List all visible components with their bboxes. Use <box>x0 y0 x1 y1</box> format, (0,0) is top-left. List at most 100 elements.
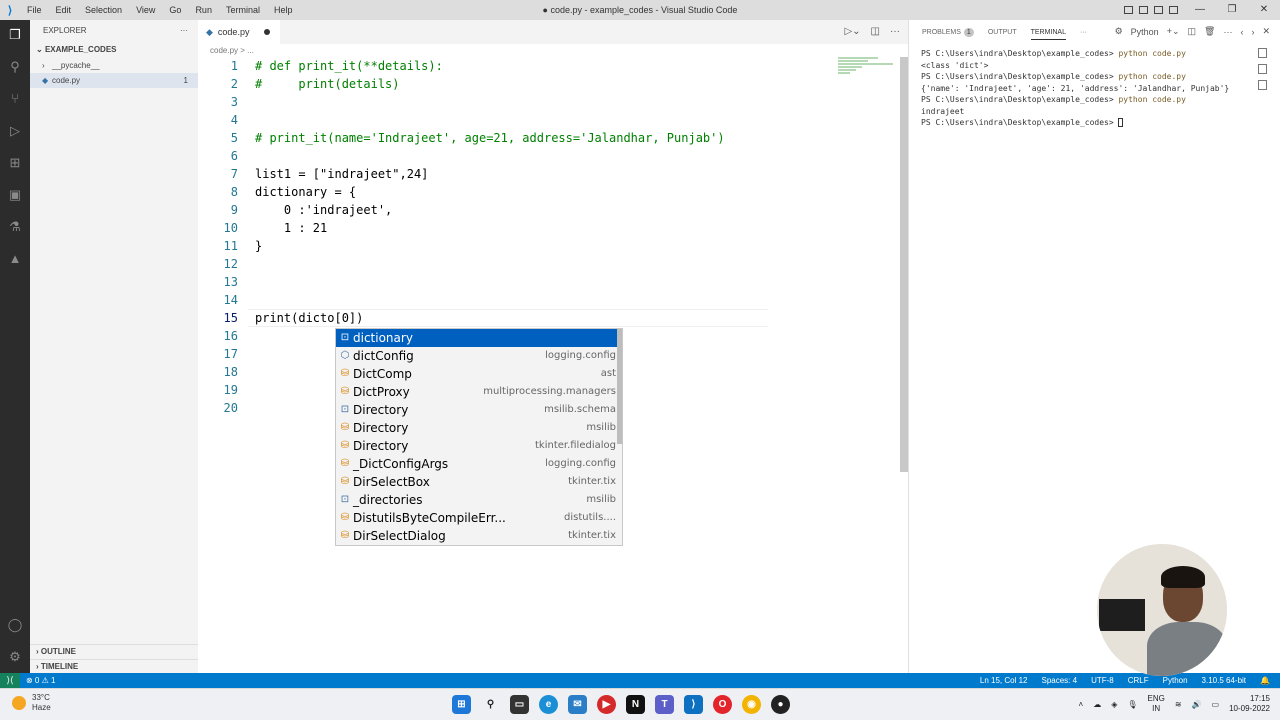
line-text[interactable]: 1 : 21 <box>255 219 327 237</box>
tab-output[interactable]: OUTPUT <box>988 29 1017 36</box>
tab-terminal[interactable]: TERMINAL <box>1030 25 1066 40</box>
teams-icon[interactable]: T <box>655 695 674 714</box>
code-line[interactable]: 9 0 :'indrajeet', <box>198 201 838 219</box>
close-button[interactable]: ✕ <box>1248 0 1280 20</box>
obs-icon[interactable]: ● <box>771 695 790 714</box>
menu-run[interactable]: Run <box>188 0 219 20</box>
line-text[interactable]: list1 = ["indrajeet",24] <box>255 165 428 183</box>
code-line[interactable]: 1 # def print_it(**details): <box>198 57 838 75</box>
close-icon[interactable]: ✕ <box>1262 26 1270 37</box>
line-text[interactable]: print(dicto[0]) <box>255 309 363 327</box>
edge-icon[interactable]: e <box>539 695 558 714</box>
wifi-icon[interactable]: ≋ <box>1175 700 1182 709</box>
code-line[interactable]: 3 <box>198 93 838 111</box>
editor-scrollbar[interactable] <box>900 57 908 472</box>
youtube-icon[interactable]: ▶ <box>597 695 616 714</box>
remote-indicator-icon[interactable]: ⟩⟨ <box>0 673 20 688</box>
menu-go[interactable]: Go <box>162 0 188 20</box>
python-interpreter[interactable]: 3.10.5 64-bit <box>1202 676 1246 685</box>
encoding[interactable]: UTF-8 <box>1091 676 1114 685</box>
explorer-icon[interactable]: ❐ <box>6 26 24 44</box>
windows-start-icon[interactable]: ⊞ <box>452 695 471 714</box>
split-terminal-icon[interactable]: ◫ <box>1188 26 1197 37</box>
chevron-up-icon[interactable]: ˄ <box>1079 700 1084 709</box>
tree-item-pycache[interactable]: › __pycache__ <box>30 58 198 73</box>
suggestion-item[interactable]: ⛁ DictComp ast <box>336 365 622 383</box>
suggestion-item[interactable]: ⛁ DirSelectBox tkinter.tix <box>336 473 622 491</box>
menu-edit[interactable]: Edit <box>49 0 79 20</box>
menu-help[interactable]: Help <box>267 0 300 20</box>
breadcrumb[interactable]: code.py > ... <box>198 44 908 57</box>
code-line[interactable]: 13 <box>198 273 838 291</box>
code-line[interactable]: 8 dictionary = { <box>198 183 838 201</box>
indentation[interactable]: Spaces: 4 <box>1042 676 1078 685</box>
new-terminal-icon[interactable]: +⌄ <box>1167 26 1180 37</box>
code-line[interactable]: 15 print(dicto[0]) <box>198 309 838 327</box>
suggest-scrollbar[interactable] <box>617 329 622 444</box>
toggle-secondary-sidebar-icon[interactable] <box>1154 6 1163 14</box>
end-of-line[interactable]: CRLF <box>1128 676 1149 685</box>
code-line[interactable]: 14 <box>198 291 838 309</box>
volume-icon[interactable]: 🔊 <box>1192 700 1202 709</box>
task-view-icon[interactable]: ▭ <box>510 695 529 714</box>
split-editor-icon[interactable]: ◫ <box>871 26 880 37</box>
suggestion-item[interactable]: ⛁ Directory tkinter.filedialog <box>336 437 622 455</box>
terminal-shell-label[interactable]: Python <box>1131 27 1159 37</box>
trash-icon[interactable]: 🗑 <box>1204 26 1215 37</box>
suggestion-item[interactable]: ⛁ DistutilsByteCompileErr... distutils.... <box>336 509 622 527</box>
minimap[interactable] <box>838 57 898 97</box>
chevron-left-icon[interactable]: ‹ <box>1240 27 1243 37</box>
azure-icon[interactable]: ▲ <box>6 250 24 268</box>
line-text[interactable]: # print(details) <box>255 75 400 93</box>
chevron-right-icon[interactable]: › <box>1251 27 1254 37</box>
code-line[interactable]: 4 <box>198 111 838 129</box>
source-control-icon[interactable]: ⑂ <box>6 90 24 108</box>
tab-problems[interactable]: PROBLEMS 1 <box>922 27 974 37</box>
suggestion-item[interactable]: ⛁ DictProxy multiprocessing.managers <box>336 383 622 401</box>
code-line[interactable]: 11} <box>198 237 838 255</box>
more-actions-icon[interactable]: ··· <box>1080 29 1087 36</box>
network-icon[interactable]: ◈ <box>1111 700 1117 709</box>
suggestion-item[interactable]: ⬡ dictConfig logging.config <box>336 347 622 365</box>
terminal-instance-icon[interactable] <box>1258 48 1267 58</box>
battery-icon[interactable]: ▭ <box>1212 700 1220 709</box>
code-line[interactable]: 6 <box>198 147 838 165</box>
terminal-output[interactable]: PS C:\Users\indra\Desktop\example_codes>… <box>921 48 1229 129</box>
search-icon[interactable]: ⚲ <box>6 58 24 76</box>
code-line[interactable]: 2 # print(details) <box>198 75 838 93</box>
tab-code-py[interactable]: ◆ code.py <box>198 20 280 44</box>
code-line[interactable]: 12 <box>198 255 838 273</box>
toggle-sidebar-icon[interactable] <box>1124 6 1133 14</box>
menu-selection[interactable]: Selection <box>78 0 129 20</box>
menu-file[interactable]: File <box>20 0 49 20</box>
menu-view[interactable]: View <box>129 0 162 20</box>
extensions-icon[interactable]: ⊞ <box>6 154 24 172</box>
more-actions-icon[interactable]: ··· <box>890 26 900 37</box>
notion-icon[interactable]: N <box>626 695 645 714</box>
tree-item-code-py[interactable]: ◆ code.py 1 <box>30 73 198 88</box>
code-line[interactable]: 7 list1 = ["indrajeet",24] <box>198 165 838 183</box>
vscode-taskbar-icon[interactable]: ⟩ <box>684 695 703 714</box>
account-icon[interactable]: ◯ <box>6 616 24 634</box>
minimize-button[interactable]: — <box>1184 0 1216 20</box>
suggestion-item[interactable]: ⛁ _DictConfigArgs logging.config <box>336 455 622 473</box>
run-debug-icon[interactable]: ▷ <box>6 122 24 140</box>
suggestion-item[interactable]: ⛁ Directory msilib <box>336 419 622 437</box>
opera-icon[interactable]: O <box>713 695 732 714</box>
line-text[interactable]: dictionary = { <box>255 183 356 201</box>
clock[interactable]: 17:15 10-09-2022 <box>1229 694 1270 714</box>
chrome-icon[interactable]: ◉ <box>742 695 761 714</box>
toggle-panel-icon[interactable] <box>1139 6 1148 14</box>
suggestion-item[interactable]: ⊡ Directory msilib.schema <box>336 401 622 419</box>
input-language[interactable]: ENG IN <box>1148 694 1165 714</box>
suggestion-item[interactable]: ⊡ dictionary <box>336 329 622 347</box>
suggestion-item[interactable]: ⊡ _directories msilib <box>336 491 622 509</box>
outline-section[interactable]: › OUTLINE <box>30 644 198 658</box>
run-python-icon[interactable]: ▷⌄ <box>844 26 860 37</box>
unsaved-dot-icon[interactable] <box>264 29 271 35</box>
microphone-icon[interactable]: 🎙 <box>1127 700 1137 709</box>
autocomplete-suggestions[interactable]: ⊡ dictionary ⬡ dictConfig logging.config ⛁ Dic… <box>335 328 623 546</box>
mail-icon[interactable]: ✉ <box>568 695 587 714</box>
code-line[interactable]: 5 # print_it(name='Indrajeet', age=21, ad… <box>198 129 838 147</box>
timeline-section[interactable]: › TIMELINE <box>30 659 198 673</box>
